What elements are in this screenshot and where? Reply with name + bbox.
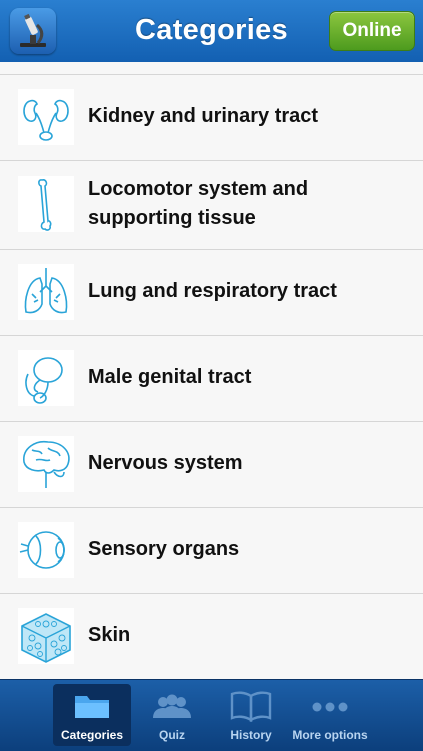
brain-icon — [18, 436, 74, 492]
skin-icon — [18, 608, 74, 664]
category-label: Locomotor system and supporting tissue — [88, 178, 309, 229]
category-label: Skin — [88, 624, 131, 646]
category-label: Lung and respiratory tract — [88, 280, 337, 302]
list-item-lung[interactable]: Lung and respiratory tract — [0, 250, 423, 336]
book-icon — [212, 690, 290, 723]
category-label: Kidney and urinary tract — [88, 105, 319, 127]
tab-bar: Categories Quiz History More options — [0, 679, 423, 751]
male-genital-icon — [18, 350, 74, 406]
navigation-bar: Categories Online — [0, 0, 423, 63]
list-item-nervous[interactable]: Nervous system — [0, 422, 423, 508]
tab-label: Categories — [60, 728, 124, 742]
tab-quiz[interactable]: Quiz — [133, 684, 211, 746]
more-icon — [291, 690, 369, 722]
lungs-icon — [18, 264, 74, 320]
category-label: Sensory organs — [88, 538, 240, 560]
tab-label: History — [230, 728, 272, 742]
online-button[interactable]: Online — [329, 11, 415, 51]
list-item-kidney[interactable]: Kidney and urinary tract — [0, 75, 423, 161]
tab-label: More options — [292, 728, 368, 742]
list-item-skin[interactable]: Skin — [0, 594, 423, 680]
list-item-locomotor[interactable]: Locomotor system and supporting tissue — [0, 161, 423, 250]
list-item-sensory[interactable]: Sensory organs — [0, 508, 423, 594]
category-list[interactable]: Kidney and urinary tract Locomotor syste… — [0, 62, 423, 680]
eye-icon — [18, 522, 74, 578]
folder-icon — [53, 690, 131, 722]
tab-more-options[interactable]: More options — [291, 684, 369, 746]
tab-categories[interactable]: Categories — [53, 684, 131, 746]
kidney-icon — [18, 89, 74, 145]
tab-label: Quiz — [159, 728, 185, 742]
tab-history[interactable]: History — [212, 684, 290, 746]
bone-icon — [18, 176, 74, 232]
list-item-male-genital[interactable]: Male genital tract — [0, 336, 423, 422]
category-label: Nervous system — [88, 452, 243, 474]
people-icon — [133, 690, 211, 722]
category-label: Male genital tract — [88, 366, 252, 388]
